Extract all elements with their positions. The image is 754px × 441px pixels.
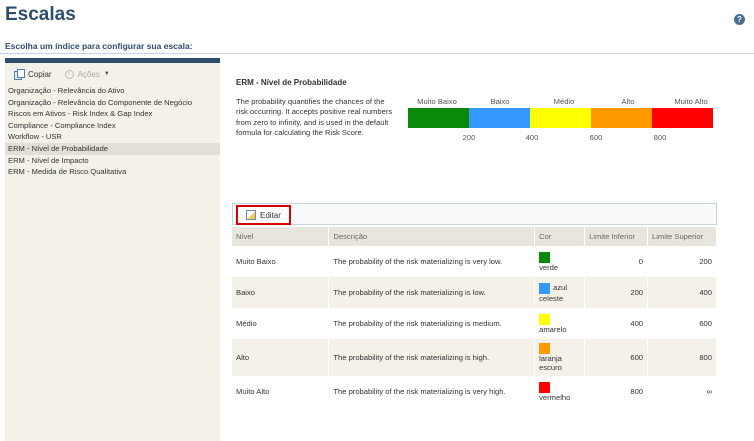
lower-limit-cell: 600 [584,339,649,376]
index-item[interactable]: ERM - Medida de Risco Qualitativa [5,166,220,178]
description-cell: The probability of the risk materializin… [328,277,536,308]
page-subtitle: Escolha um índice para configurar sua es… [5,41,193,51]
level-cell: Muito Alto [232,376,330,407]
copy-icon [14,69,25,80]
color-swatch [539,381,551,393]
scale-segment [530,108,591,128]
scale-label: Muito Baixo [417,97,457,106]
actions-button[interactable]: » Ações ▼ [64,69,110,79]
index-item[interactable]: Organização - Relevância do Ativo [5,85,220,97]
color-name: laranja escuro [539,354,562,372]
color-swatch [539,343,551,354]
table-row[interactable]: Médio The probability of the risk materi… [232,308,717,339]
help-icon[interactable]: ? [734,14,745,25]
column-header-upper-limit[interactable]: Limite Superior [647,227,717,246]
copy-button-label: Copiar [28,69,52,79]
level-cell: Alto [232,339,330,376]
edit-button-label: Editar [260,210,281,220]
scale-tick-label: 200 [462,133,476,142]
lower-limit-cell: 200 [584,277,649,308]
scale-description: The probability quantifies the chances o… [236,97,393,138]
column-header-level[interactable]: Nível [232,227,330,246]
upper-limit-cell: 200 [647,246,717,277]
actions-icon: » [64,69,74,79]
color-cell: azul celeste [534,277,586,308]
scale-tick-label: 800 [653,133,667,142]
table-row[interactable]: Muito Baixo The probability of the risk … [232,246,717,277]
page-title: Escalas [5,4,76,25]
scale-label: Baixo [490,97,510,106]
color-swatch [539,313,551,325]
copy-button[interactable]: Copiar [14,69,52,80]
column-header-color[interactable]: Cor [534,227,586,246]
scale-tick-label: 600 [589,133,603,142]
description-cell: The probability of the risk materializin… [328,339,536,376]
panel-toolbar: Copiar » Ações ▼ [5,63,220,85]
scale-index-panel: Copiar » Ações ▼ Organização - Relevânci… [5,58,220,441]
index-item[interactable]: Riscos em Ativos - Risk Index & Gap Inde… [5,108,220,120]
description-cell: The probability of the risk materializin… [328,246,536,277]
color-cell: vermelho [534,376,586,407]
index-item[interactable]: Organização - Relevância do Componente d… [5,97,220,109]
color-name: amarelo [539,324,567,334]
table-row[interactable]: Baixo The probability of the risk materi… [232,277,717,308]
edit-button[interactable]: Editar [236,205,291,225]
color-name: vermelho [539,392,571,402]
upper-limit-cell: 800 [647,339,717,376]
level-cell: Baixo [232,277,330,308]
column-header-lower-limit[interactable]: Limite Inferior [584,227,649,246]
index-item[interactable]: ERM - Nível de Impacto [5,155,220,167]
level-cell: Muito Baixo [232,246,330,277]
scale-label: Alto [621,97,635,106]
upper-limit-cell: ∞ [647,376,717,407]
scale-segment [469,108,530,128]
table-row[interactable]: Muito Alto The probability of the risk m… [232,376,717,407]
chevron-down-icon: ▼ [103,71,110,77]
upper-limit-cell: 600 [647,308,717,339]
level-cell: Médio [232,308,330,339]
edit-icon [246,210,256,220]
color-cell: verde [534,246,586,277]
color-swatch [539,282,551,294]
table-row[interactable]: Alto The probability of the risk materia… [232,339,717,376]
color-swatch [539,251,551,263]
scale-title: ERM - Nível de Probabilidade [236,78,347,87]
scale-tick-label: 400 [525,133,539,142]
column-header-description[interactable]: Descrição [328,227,536,246]
description-cell: The probability of the risk materializin… [328,376,536,407]
color-cell: laranja escuro [534,339,586,376]
grid-toolbar: Editar [232,203,717,225]
scale-color-bar [408,108,713,128]
scale-segment [591,108,652,128]
lower-limit-cell: 400 [584,308,649,339]
lower-limit-cell: 0 [584,246,649,277]
scale-segment [408,108,469,128]
actions-button-label: Ações [77,69,100,79]
scale-label: Muito Alto [674,97,708,106]
index-item-selected[interactable]: ERM - Nível de Probabilidade [5,142,220,155]
color-name: verde [539,262,559,272]
divider [0,53,754,54]
index-list: Organização - Relevância do Ativo Organi… [5,85,220,178]
upper-limit-cell: 400 [647,277,717,308]
index-item[interactable]: Workflow - USR [5,131,220,143]
scale-segment [652,108,713,128]
description-cell: The probability of the risk materializin… [328,308,536,339]
index-item[interactable]: Compliance - Compliance Index [5,120,220,132]
scale-label: Médio [553,97,575,106]
scale-levels-table: Nível Descrição Cor Limite Inferior Limi… [232,227,717,407]
color-cell: amarelo [534,308,586,339]
lower-limit-cell: 800 [584,376,649,407]
